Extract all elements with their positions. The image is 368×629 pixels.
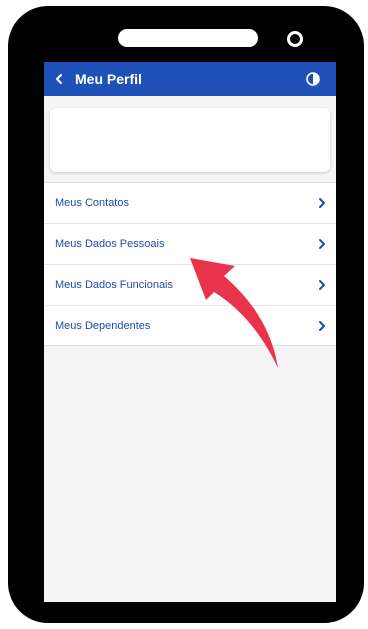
menu-item-label: Meus Contatos: [55, 197, 129, 209]
chevron-right-icon: [319, 198, 325, 208]
profile-card: [50, 108, 330, 172]
theme-toggle-button[interactable]: [306, 72, 320, 86]
menu-item-dados-pessoais[interactable]: Meus Dados Pessoais: [44, 223, 336, 264]
chevron-left-icon: [56, 74, 62, 84]
menu-item-label: Meus Dados Pessoais: [55, 238, 165, 250]
menu-item-dados-funcionais[interactable]: Meus Dados Funcionais: [44, 264, 336, 305]
chevron-right-icon: [319, 239, 325, 249]
phone-speaker: [118, 29, 258, 47]
chevron-right-icon: [319, 280, 325, 290]
app-screen: Meu Perfil Meus Contatos Meus Dados Pess…: [44, 62, 336, 602]
menu-item-dependentes[interactable]: Meus Dependentes: [44, 305, 336, 346]
stage: Meu Perfil Meus Contatos Meus Dados Pess…: [0, 0, 368, 629]
app-bar: Meu Perfil: [44, 62, 336, 96]
profile-menu: Meus Contatos Meus Dados Pessoais Meus D…: [44, 182, 336, 346]
back-button[interactable]: [52, 70, 66, 88]
page-title: Meu Perfil: [75, 71, 142, 87]
menu-item-contatos[interactable]: Meus Contatos: [44, 182, 336, 223]
chevron-right-icon: [319, 321, 325, 331]
menu-item-label: Meus Dados Funcionais: [55, 279, 174, 291]
phone-camera: [287, 31, 303, 47]
contrast-icon: [306, 72, 320, 86]
menu-item-label: Meus Dependentes: [55, 320, 151, 332]
